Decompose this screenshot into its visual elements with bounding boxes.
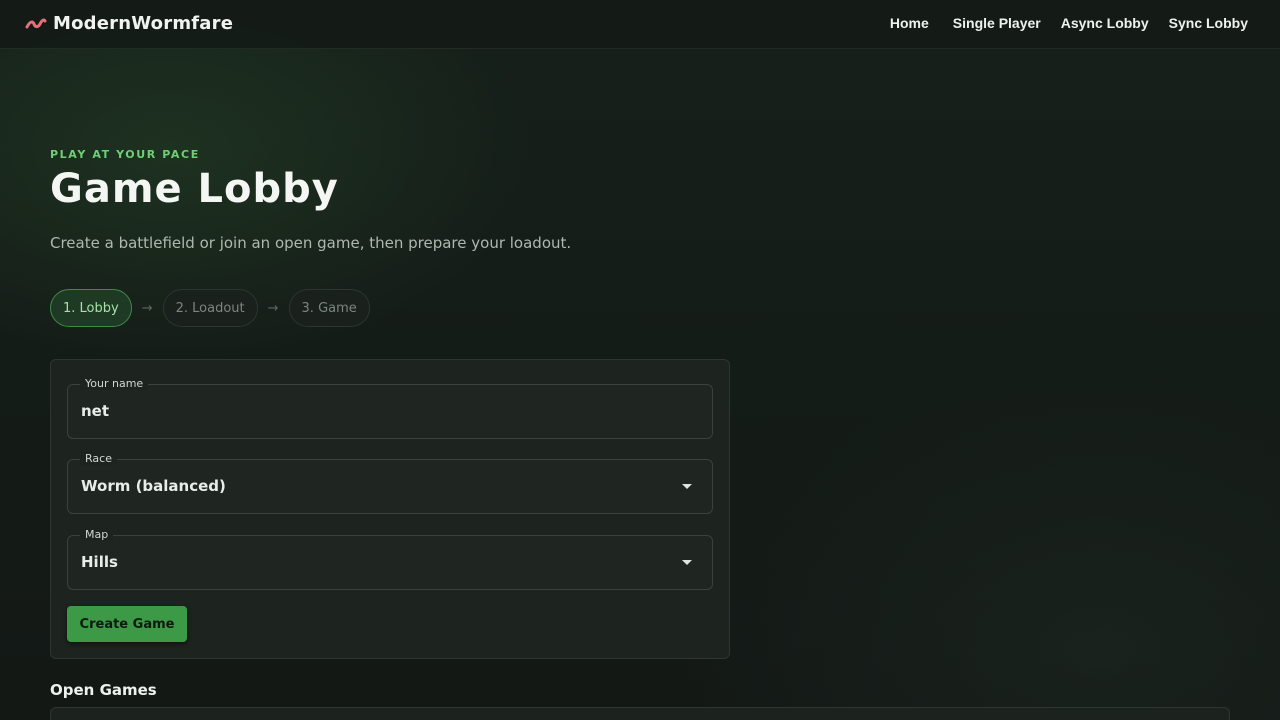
- chevron-down-icon[interactable]: [682, 560, 692, 565]
- step-loadout: 2. Loadout: [162, 289, 258, 327]
- create-game-button[interactable]: Create Game: [67, 606, 187, 642]
- map-select-label: Map: [80, 528, 114, 541]
- worm-icon: [25, 18, 47, 29]
- brand-name: ModernWormfare: [53, 12, 234, 34]
- step-arrow-icon: →: [141, 300, 153, 316]
- open-games-list: [50, 707, 1230, 720]
- nav-sync-lobby[interactable]: Sync Lobby: [1169, 15, 1248, 31]
- chevron-down-icon[interactable]: [682, 484, 692, 489]
- step-lobby: 1. Lobby: [50, 289, 132, 327]
- step-arrow-icon: →: [267, 300, 279, 316]
- name-field-label: Your name: [80, 377, 149, 390]
- page-title: Game Lobby: [50, 166, 339, 212]
- nav-async-lobby[interactable]: Async Lobby: [1061, 15, 1149, 31]
- race-select-value: Worm (balanced): [81, 477, 226, 495]
- race-select[interactable]: Race Worm (balanced): [67, 452, 713, 514]
- main-nav: Home Single Player Async Lobby Sync Lobb…: [890, 15, 1248, 31]
- page-subtitle: Create a battlefield or join an open gam…: [50, 234, 572, 252]
- name-input[interactable]: net: [81, 402, 109, 420]
- nav-home[interactable]: Home: [890, 15, 929, 31]
- nav-single-player[interactable]: Single Player: [953, 15, 1041, 31]
- map-select-value: Hills: [81, 553, 118, 571]
- open-games-title: Open Games: [50, 681, 157, 699]
- top-navbar: ModernWormfare Home Single Player Async …: [0, 0, 1280, 49]
- page-kicker: PLAY AT YOUR PACE: [50, 148, 200, 161]
- name-field[interactable]: Your name net: [67, 377, 713, 439]
- map-select[interactable]: Map Hills: [67, 528, 713, 590]
- create-game-card: Your name net Race Worm (balanced) Map H…: [50, 359, 730, 659]
- race-select-label: Race: [80, 452, 117, 465]
- progress-steps: 1. Lobby → 2. Loadout → 3. Game: [50, 289, 370, 327]
- brand[interactable]: ModernWormfare: [25, 12, 233, 34]
- step-game: 3. Game: [288, 289, 370, 327]
